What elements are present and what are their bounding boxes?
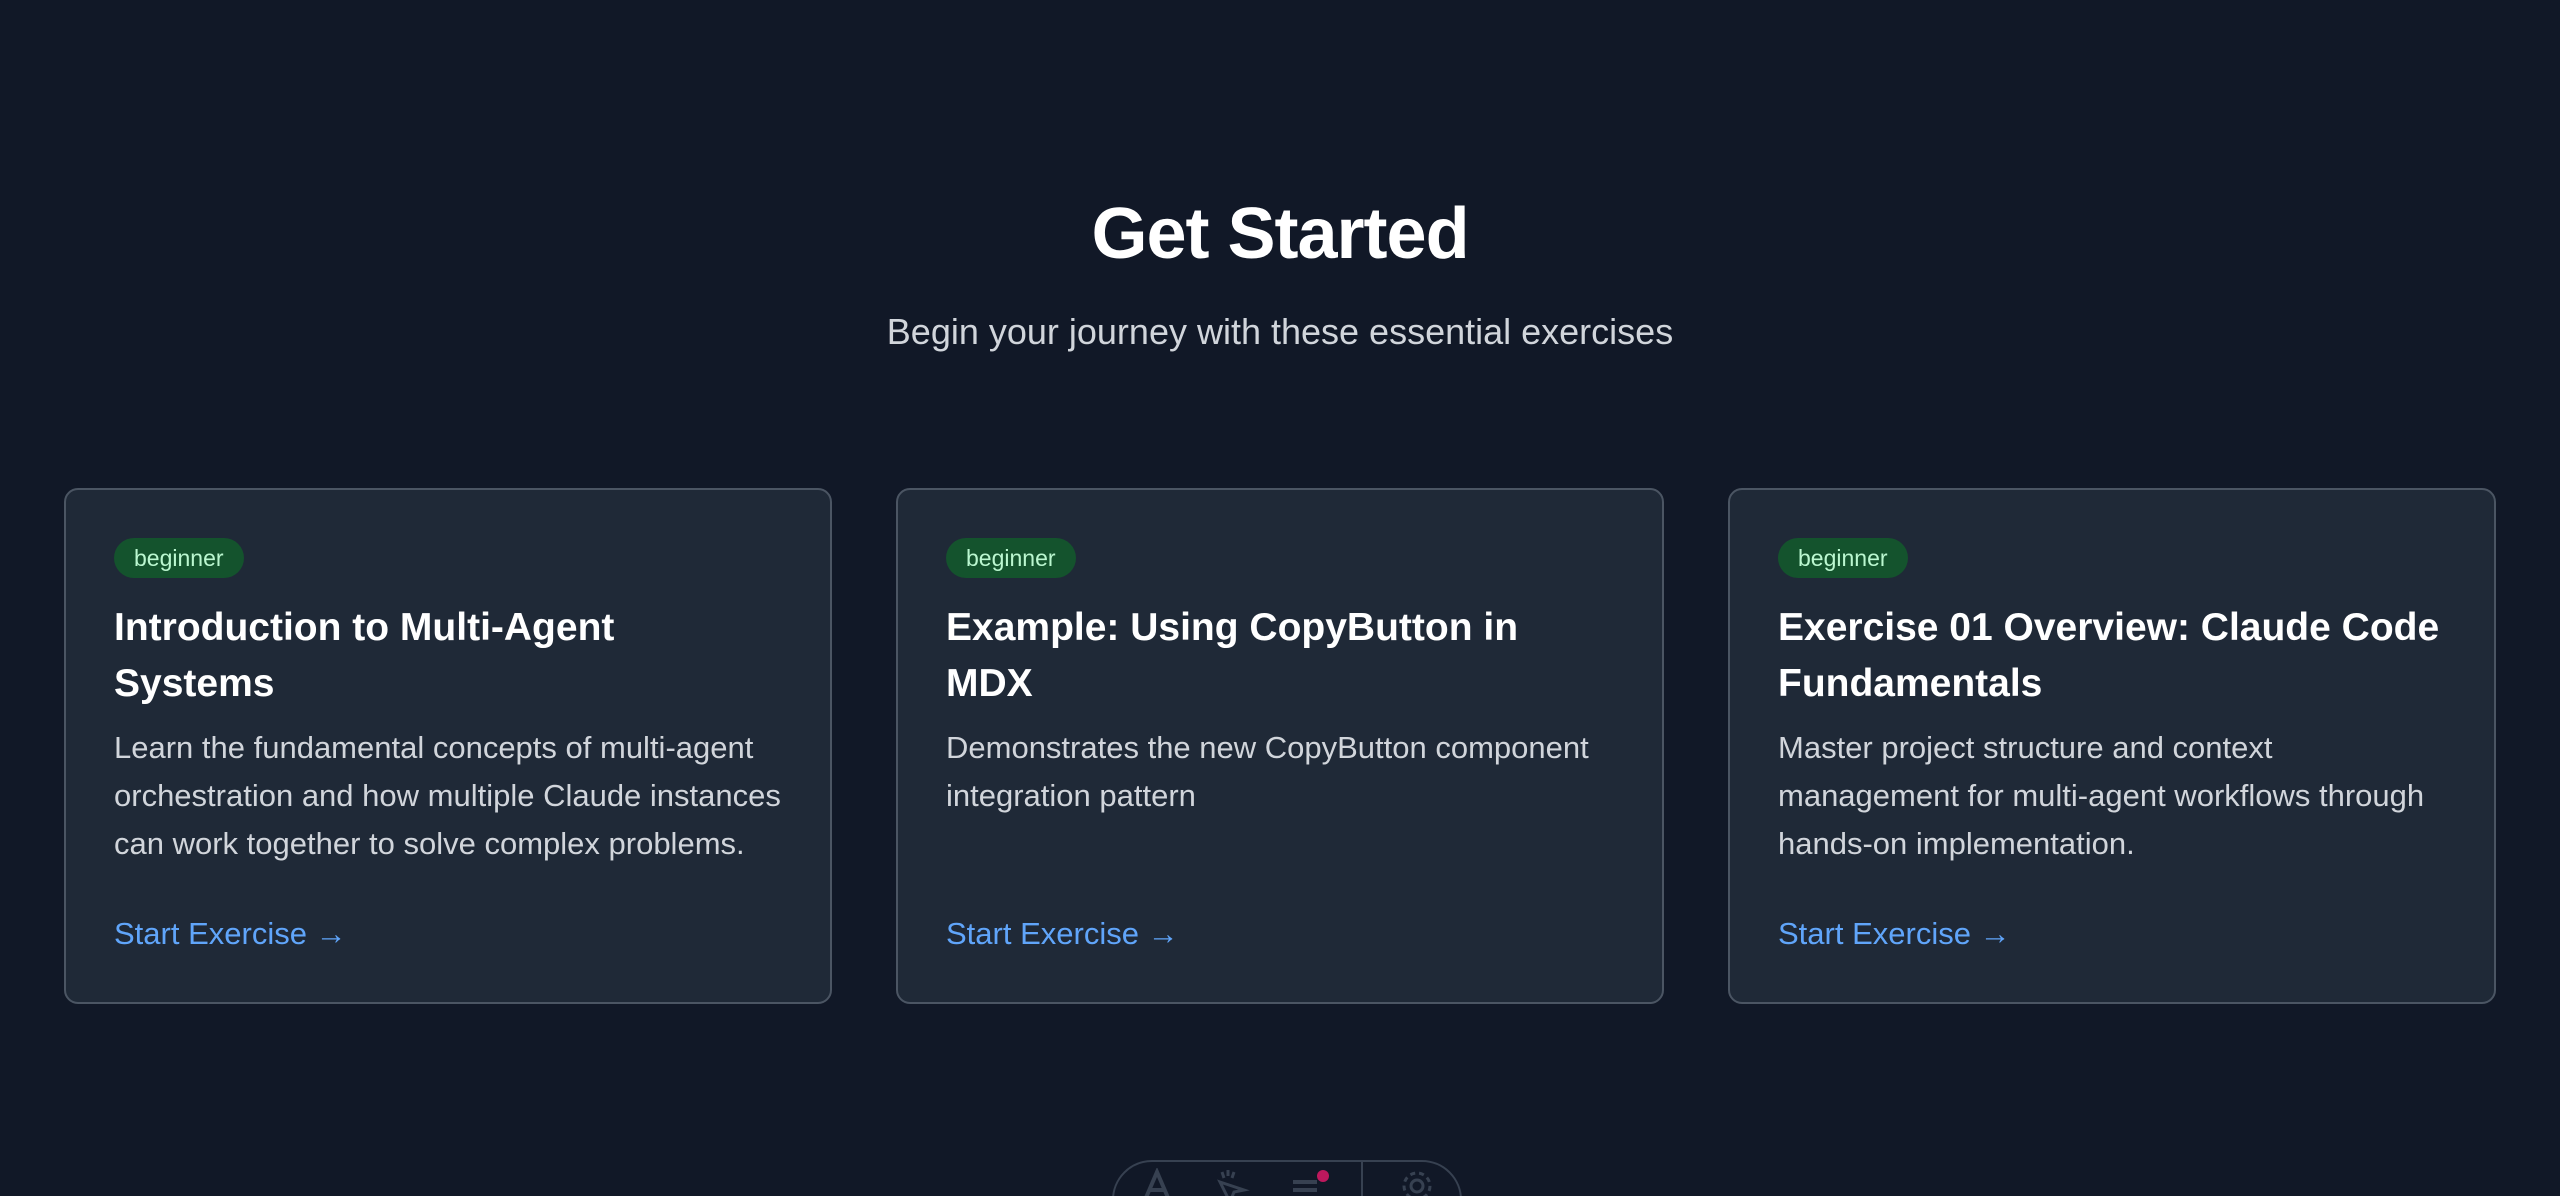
settings-icon[interactable] [1397,1164,1438,1196]
exercise-card: beginner Introduction to Multi-Agent Sys… [64,488,832,1004]
card-title: Example: Using CopyButton in MDX [946,606,1519,705]
start-exercise-link[interactable]: Start Exercise → [114,910,347,958]
page-title: Get Started [1091,194,1469,274]
exercise-card: beginner Example: Using CopyButton in MD… [896,488,1664,1004]
level-badge: beginner [114,538,244,578]
card-title: Exercise 01 Overview: Claude Code Fundam… [1778,606,2440,705]
exercise-card: beginner Exercise 01 Overview: Claude Co… [1728,488,2496,1004]
page: Get Started Begin your journey with thes… [0,0,2560,1196]
level-badge: beginner [1778,538,1908,578]
start-exercise-link[interactable]: Start Exercise → [946,910,1179,958]
notification-dot [1317,1170,1330,1182]
card-description: Master project structure and context man… [1778,730,2425,861]
card-title: Introduction to Multi-Agent Systems [114,606,615,705]
level-badge: beginner [946,538,1076,578]
card-description: Demonstrates the new CopyButton componen… [946,730,1589,813]
start-exercise-link[interactable]: Start Exercise → [1778,910,2011,958]
text-icon[interactable] [1136,1164,1177,1196]
page-subtitle: Begin your journey with these essential … [886,311,1674,352]
floating-toolbar [1112,1160,1462,1196]
card-description: Learn the fundamental concepts of multi-… [114,730,781,861]
menu-icon[interactable] [1286,1164,1330,1196]
toolbar-divider [1361,1160,1363,1196]
pointer-icon[interactable] [1211,1164,1252,1196]
exercise-cards: beginner Introduction to Multi-Agent Sys… [64,488,2496,1004]
